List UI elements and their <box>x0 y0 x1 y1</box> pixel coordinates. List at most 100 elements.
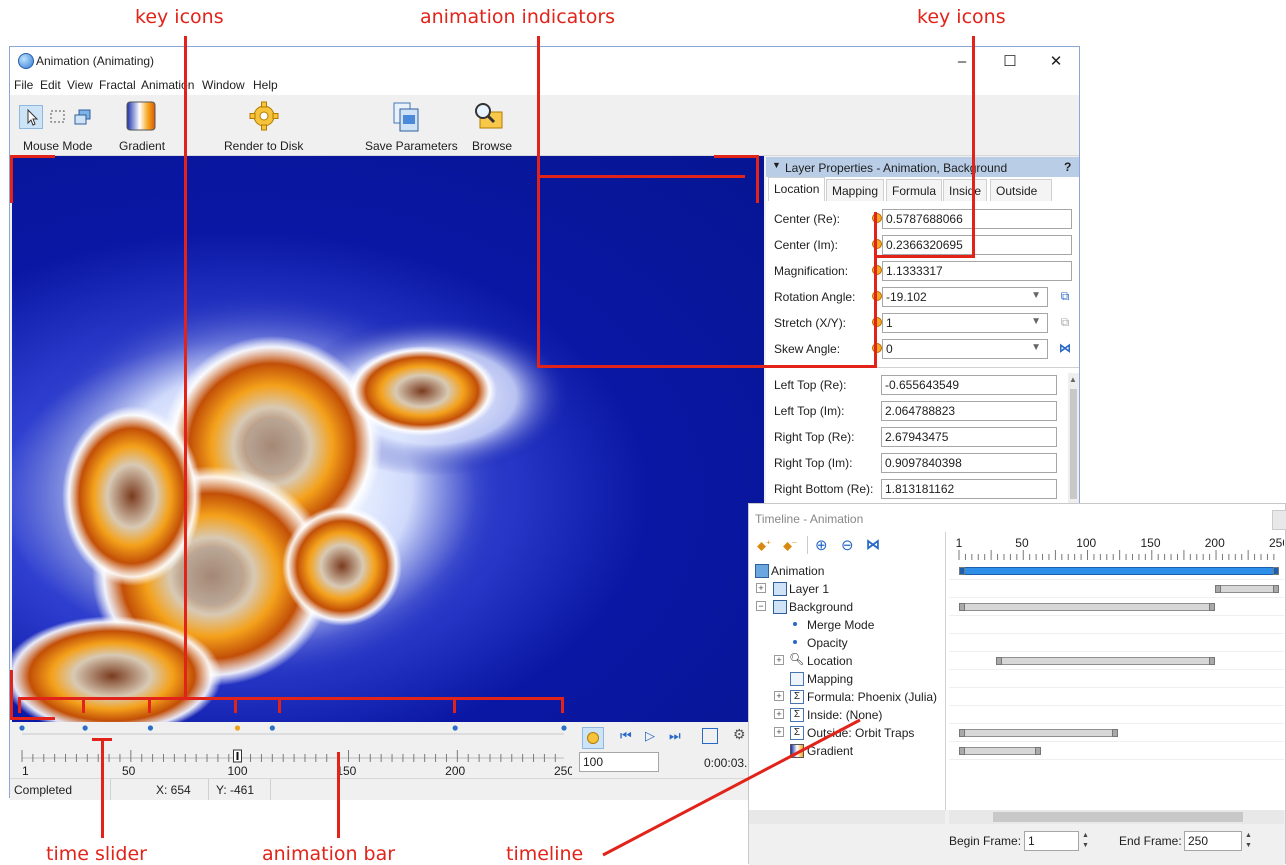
timeline-title: Timeline - Animation <box>755 512 864 526</box>
timeline-close-button[interactable] <box>1272 510 1286 530</box>
right-top-im-input[interactable]: 0.9097840398 <box>881 453 1057 473</box>
scrollbar-thumb[interactable] <box>993 812 1243 822</box>
key-frame-marker[interactable] <box>269 725 275 731</box>
timeline-range-bar[interactable] <box>1214 585 1279 593</box>
center-im-input[interactable]: 0.2366320695 <box>882 235 1072 255</box>
range-handle[interactable] <box>996 657 1003 665</box>
copy-icon[interactable]: ⧉ <box>1057 289 1073 305</box>
key-frame-marker[interactable] <box>82 725 88 731</box>
begin-frame-spinner[interactable]: ▲ ▼ <box>1082 831 1092 851</box>
timeline-bars[interactable] <box>949 562 1284 810</box>
menu-fractal[interactable]: Fractal <box>99 78 136 92</box>
right-bottom-re-input[interactable]: 1.813181162 <box>881 479 1057 499</box>
range-handle[interactable] <box>1273 567 1279 575</box>
stretch-combo[interactable]: 1 ▼ <box>882 313 1048 333</box>
menu-window[interactable]: Window <box>202 78 245 92</box>
range-handle[interactable] <box>1035 747 1042 755</box>
rotation-angle-combo[interactable]: -19.102 ▼ <box>882 287 1048 307</box>
chevron-down-icon[interactable]: ▼ <box>1031 290 1041 301</box>
rotation-angle-row: Rotation Angle: -19.102 ▼ ⧉ <box>774 287 1074 309</box>
bars-scrollbar[interactable] <box>949 810 1284 824</box>
add-key-icon[interactable]: ⬥⁺ <box>757 538 771 554</box>
tab-location[interactable]: Location <box>768 177 826 201</box>
range-handle[interactable] <box>1208 603 1215 611</box>
reset-icon[interactable]: ⋈ <box>1057 341 1073 357</box>
range-handle[interactable] <box>959 747 965 755</box>
range-handle[interactable] <box>959 729 965 737</box>
range-handle[interactable] <box>959 567 965 575</box>
range-handle[interactable] <box>1112 729 1119 737</box>
zoom-out-icon[interactable]: ⊖ <box>841 536 854 554</box>
expand-icon[interactable]: + <box>774 727 784 737</box>
close-button[interactable]: ✕ <box>1036 51 1076 73</box>
maximize-button[interactable]: ☐ <box>990 51 1030 73</box>
timeline-range-bar[interactable] <box>959 567 1279 575</box>
menu-edit[interactable]: Edit <box>40 78 61 92</box>
remove-key-icon[interactable]: ⬥⁻ <box>783 538 797 554</box>
previous-key-icon[interactable]: ⏮ <box>620 728 632 744</box>
skew-angle-combo[interactable]: 0 ▼ <box>882 339 1048 359</box>
expand-icon[interactable]: + <box>774 655 784 665</box>
chevron-down-icon[interactable]: ▼ <box>1031 342 1041 353</box>
timeline-range-bar[interactable] <box>959 729 1119 737</box>
play-icon[interactable]: ▷ <box>645 728 655 744</box>
left-top-re-input[interactable]: -0.655643549 <box>881 375 1057 395</box>
tab-outside[interactable]: Outside <box>990 179 1052 201</box>
end-frame-spinner[interactable]: ▲ ▼ <box>1245 831 1255 851</box>
tab-mapping[interactable]: Mapping <box>826 179 885 201</box>
tab-inside[interactable]: Inside <box>943 179 988 201</box>
chevron-down-icon[interactable]: ▼ <box>1031 316 1041 327</box>
center-re-input[interactable]: 0.5787688066 <box>882 209 1072 229</box>
collapse-icon[interactable]: − <box>756 601 766 611</box>
paste-icon[interactable]: ⧉ <box>1057 315 1073 331</box>
select-arrow-icon[interactable] <box>19 105 43 129</box>
collapse-triangle-icon[interactable]: ▼ <box>772 160 781 170</box>
render-frame-icon[interactable] <box>702 728 718 744</box>
range-handle[interactable] <box>959 603 965 611</box>
timeline-range-bar[interactable] <box>996 657 1215 665</box>
key-frame-marker[interactable] <box>234 725 241 731</box>
next-key-icon[interactable]: ⏭ <box>669 728 681 744</box>
scrollbar-thumb[interactable] <box>1070 389 1077 499</box>
tree-scrollbar[interactable] <box>749 810 945 824</box>
menu-help[interactable]: Help <box>253 78 278 92</box>
window-zoom-icon[interactable] <box>73 107 93 127</box>
magnification-input[interactable]: 1.1333317 <box>882 261 1072 281</box>
scroll-up-icon[interactable]: ▲ <box>1069 375 1077 384</box>
expand-icon[interactable]: + <box>774 691 784 701</box>
animation-track[interactable]: 1 50 100 150 200 250 <box>12 722 572 777</box>
range-handle[interactable] <box>1208 657 1215 665</box>
expand-icon[interactable]: + <box>756 583 766 593</box>
begin-frame-input[interactable]: 1 <box>1024 831 1079 851</box>
key-frame-marker[interactable] <box>147 725 154 731</box>
key-frame-marker[interactable] <box>561 725 567 731</box>
left-top-im-input[interactable]: 2.064788823 <box>881 401 1057 421</box>
key-frame-marker[interactable] <box>19 725 25 731</box>
settings-icon[interactable]: ⚙ <box>733 726 746 743</box>
key-frame-marker[interactable] <box>452 725 458 731</box>
help-button[interactable]: ? <box>1064 160 1071 174</box>
fit-icon[interactable]: ⋈ <box>866 536 880 553</box>
tree-label: Layer 1 <box>789 582 830 596</box>
fractal-canvas[interactable] <box>12 156 764 722</box>
expand-icon[interactable]: + <box>774 709 784 719</box>
browse-magnifier-icon[interactable] <box>472 100 504 132</box>
range-handle[interactable] <box>1272 585 1279 593</box>
end-frame-input[interactable]: 250 <box>1184 831 1242 851</box>
gear-icon[interactable] <box>249 101 279 131</box>
menu-file[interactable]: File <box>14 78 33 92</box>
timeline-range-bar[interactable] <box>959 747 1042 755</box>
tab-formula[interactable]: Formula <box>886 179 943 201</box>
record-key-button[interactable] <box>582 727 604 749</box>
marquee-zoom-icon[interactable] <box>48 107 68 127</box>
save-parameters-icon[interactable] <box>392 101 422 133</box>
gradient-icon[interactable] <box>126 101 156 131</box>
menu-view[interactable]: View <box>67 78 93 92</box>
frame-input[interactable]: 100 <box>579 752 659 772</box>
range-handle[interactable] <box>1214 585 1221 593</box>
minimize-button[interactable]: – <box>942 51 982 73</box>
properties-scrollbar[interactable]: ▲ <box>1068 373 1079 507</box>
zoom-in-icon[interactable]: ⊕ <box>815 536 828 554</box>
right-top-re-input[interactable]: 2.67943475 <box>881 427 1057 447</box>
timeline-range-bar[interactable] <box>959 603 1215 611</box>
